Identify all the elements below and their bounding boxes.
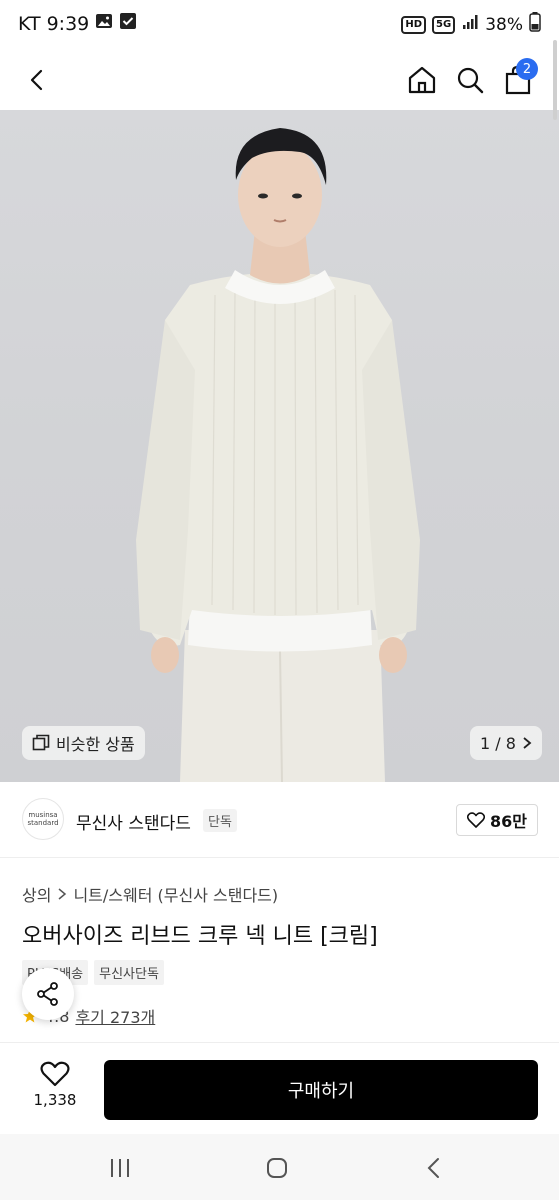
page-indicator-label: 1 / 8 bbox=[480, 733, 516, 753]
home-icon bbox=[408, 66, 436, 94]
brand-row: musinsa standard 무신사 스탠다드 단독 86만 bbox=[0, 782, 559, 858]
signal-icon bbox=[461, 13, 479, 36]
home-button[interactable] bbox=[400, 58, 444, 102]
battery-icon bbox=[529, 12, 541, 37]
scrollbar[interactable] bbox=[553, 40, 557, 120]
brand-logo[interactable]: musinsa standard bbox=[22, 798, 64, 840]
carrier-label: KT bbox=[18, 12, 41, 35]
bottom-action-bar: 1,338 구매하기 bbox=[0, 1042, 559, 1134]
check-icon bbox=[119, 12, 137, 35]
search-icon bbox=[457, 67, 484, 94]
similar-products-label: 비슷한 상품 bbox=[56, 735, 135, 754]
brand-logo-text-line2: standard bbox=[27, 819, 59, 827]
product-image-gallery[interactable]: 비슷한 상품 1 / 8 bbox=[0, 110, 559, 782]
copy-icon bbox=[32, 734, 50, 751]
product-photo bbox=[136, 128, 420, 782]
system-navigation-bar bbox=[0, 1134, 559, 1200]
breadcrumb-item-top[interactable]: 상의 bbox=[22, 882, 51, 906]
review-count-link[interactable]: 후기 273개 bbox=[75, 1004, 155, 1028]
cart-button[interactable]: 2 bbox=[496, 58, 540, 102]
wishlist-count: 1,338 bbox=[33, 1091, 77, 1109]
cart-count-badge: 2 bbox=[516, 58, 538, 80]
chevron-right-icon bbox=[58, 888, 67, 900]
status-right: HD 5G 38% bbox=[401, 12, 541, 37]
network-5g-icon: 5G bbox=[432, 15, 456, 34]
recent-apps-icon bbox=[111, 1159, 129, 1177]
tag-musinsa-exclusive: 무신사단독 bbox=[94, 960, 164, 985]
search-button[interactable] bbox=[448, 58, 492, 102]
product-title: 오버사이즈 리브드 크루 넥 니트 [크림] bbox=[22, 924, 378, 949]
wishlist-button[interactable]: 1,338 bbox=[20, 1061, 90, 1109]
home-nav-button[interactable] bbox=[257, 1148, 297, 1188]
gallery-icon bbox=[95, 12, 113, 35]
brand-name-link[interactable]: 무신사 스탠다드 bbox=[76, 809, 191, 834]
clock: 9:39 bbox=[46, 12, 90, 35]
brand-like-count: 86만 bbox=[490, 812, 527, 831]
back-arrow-icon bbox=[30, 69, 43, 91]
back-nav-icon bbox=[427, 1158, 439, 1178]
share-button[interactable] bbox=[22, 968, 74, 1020]
back-nav-button[interactable] bbox=[414, 1148, 454, 1188]
exclusive-badge: 단독 bbox=[203, 809, 237, 832]
top-app-bar: 2 bbox=[0, 50, 559, 110]
back-button[interactable] bbox=[16, 58, 60, 102]
breadcrumb-item-knit[interactable]: 니트/스웨터 (무신사 스탠다드) bbox=[73, 882, 278, 906]
heart-icon bbox=[40, 1061, 70, 1087]
brand-like-button[interactable]: 86만 bbox=[456, 804, 538, 836]
heart-icon bbox=[467, 812, 485, 828]
similar-products-button[interactable]: 비슷한 상품 bbox=[22, 726, 145, 760]
status-left: KT 9:39 bbox=[18, 12, 137, 35]
status-bar: KT 9:39 HD 5G 38% bbox=[0, 0, 559, 50]
share-icon bbox=[37, 982, 58, 1006]
buy-button[interactable]: 구매하기 bbox=[104, 1060, 538, 1120]
hd-icon: HD bbox=[401, 15, 427, 34]
chevron-right-icon bbox=[523, 737, 532, 749]
battery-percent: 38% bbox=[485, 14, 523, 35]
image-page-indicator[interactable]: 1 / 8 bbox=[470, 726, 542, 760]
home-circle-icon bbox=[267, 1158, 287, 1178]
category-breadcrumb: 상의 니트/스웨터 (무신사 스탠다드) bbox=[22, 882, 278, 906]
recent-apps-button[interactable] bbox=[100, 1148, 140, 1188]
brand-logo-text-line1: musinsa bbox=[28, 811, 58, 819]
